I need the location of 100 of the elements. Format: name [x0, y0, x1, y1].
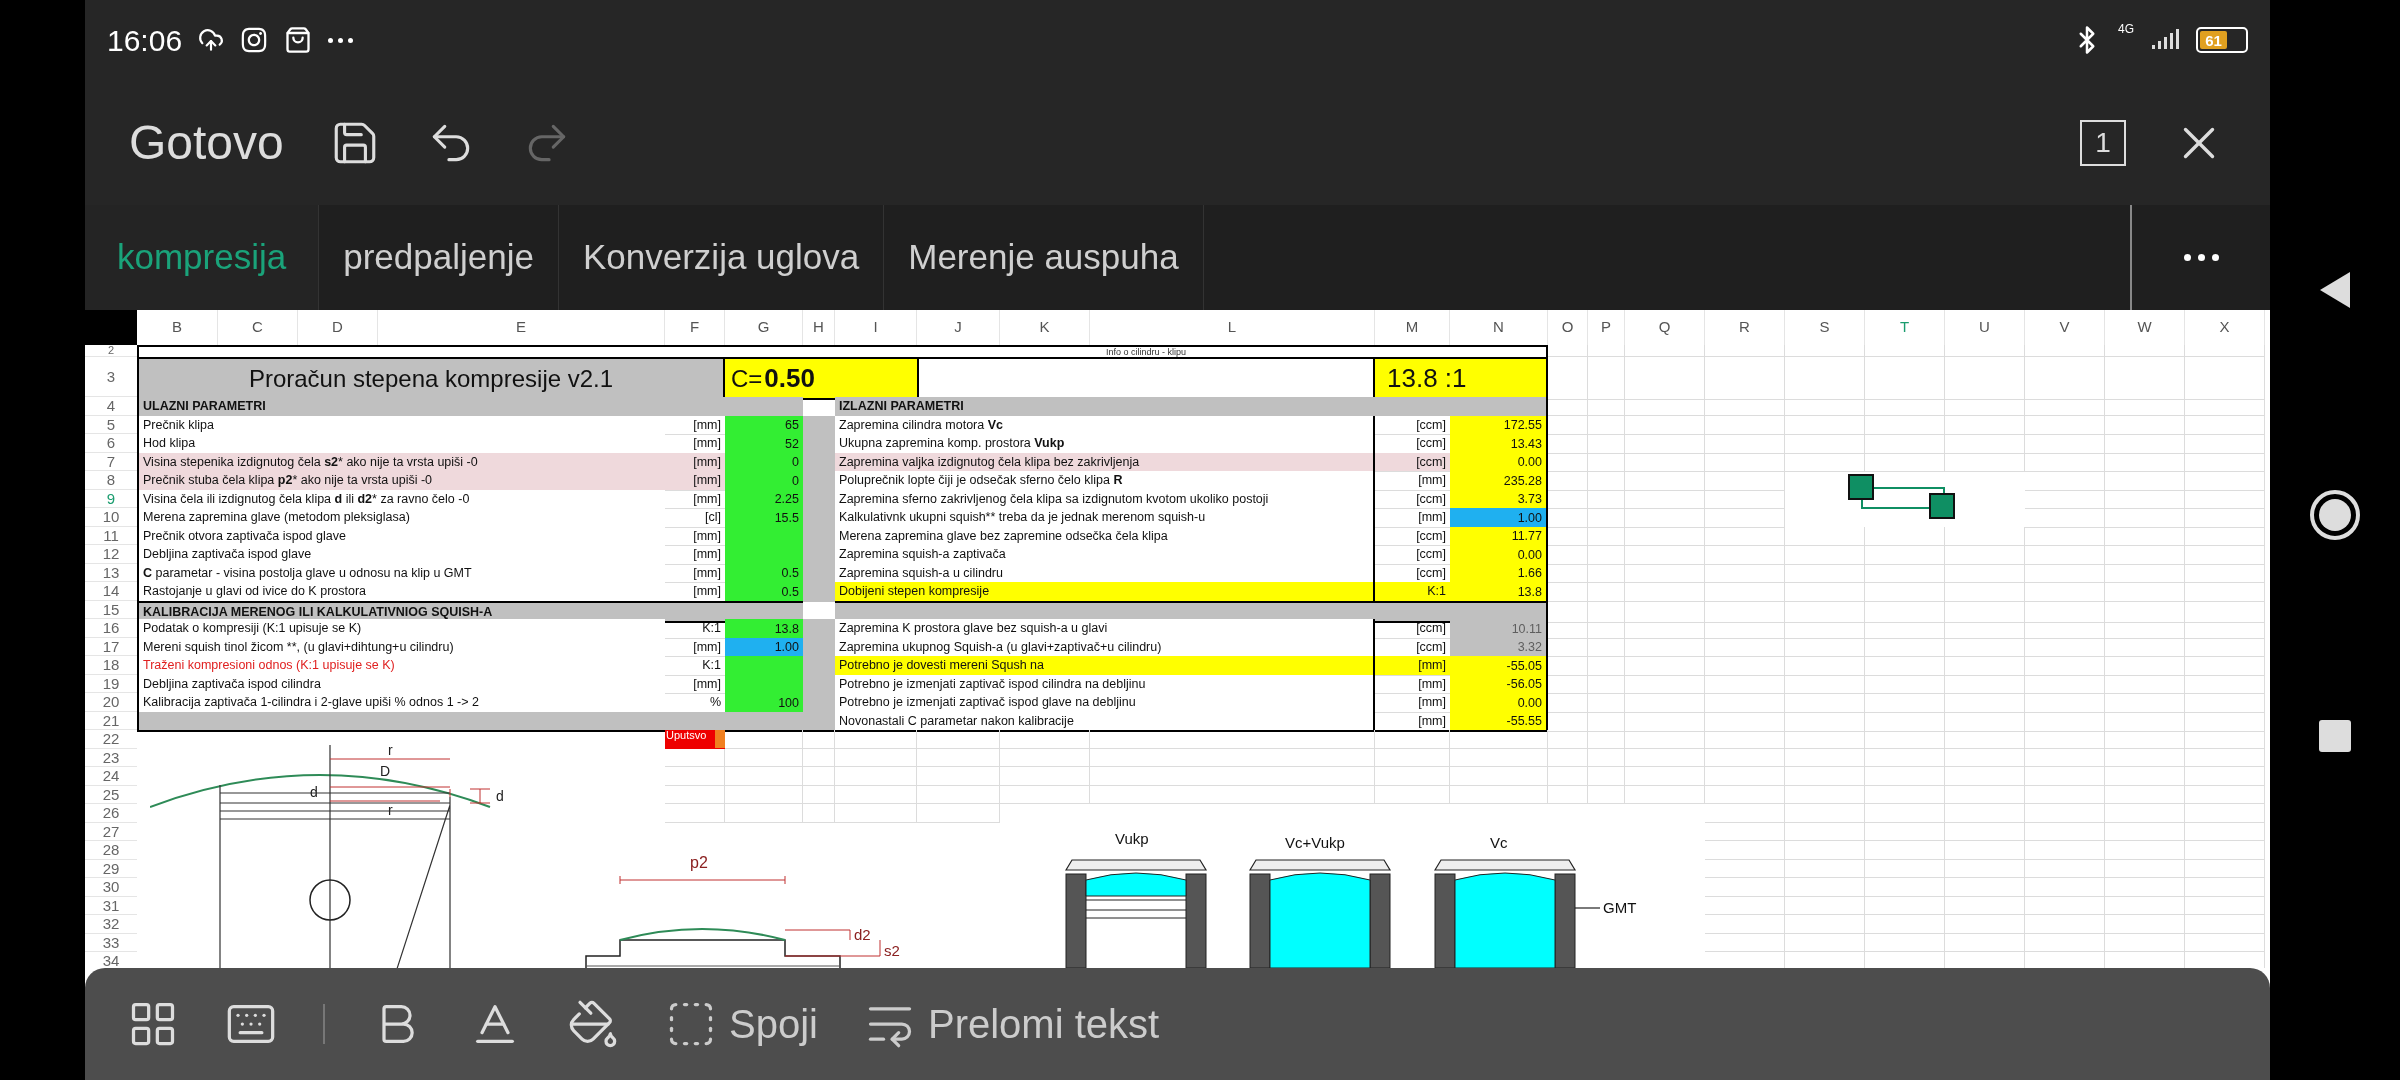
level-line — [1574, 907, 1601, 909]
value-cell[interactable]: 13.43 — [1450, 434, 1548, 454]
parameter-label: Merena zapremina glave bez zapremine odsečka čela klipa — [835, 526, 1375, 547]
sheet-title: Proračun stepena kompresije v2.1 — [137, 357, 725, 400]
dimension-label: s2 — [884, 942, 900, 959]
select-all-corner[interactable] — [85, 310, 137, 345]
parameter-label: Zapremina ukupnog Squish-a (u glavi+zaptivač+u cilindru) — [835, 637, 1375, 658]
fill-color-icon[interactable] — [567, 998, 619, 1050]
sheet-cell[interactable] — [917, 357, 1375, 400]
bag-icon — [284, 26, 313, 54]
column-header[interactable]: X — [2185, 310, 2265, 345]
value-cell[interactable]: -56.05 — [1450, 674, 1548, 695]
value-cell[interactable]: 0 — [725, 452, 803, 473]
value-cell[interactable]: 3.32 — [1450, 637, 1548, 658]
unit-cell: [mm] — [1375, 656, 1450, 676]
column-header[interactable]: C — [218, 310, 298, 345]
column-header[interactable]: Q — [1625, 310, 1705, 345]
value-cell[interactable]: 0 — [725, 471, 803, 491]
value-cell[interactable]: 100 — [725, 693, 803, 713]
parameter-label: Zapremina K prostora glave bez squish-a u glavi — [835, 619, 1375, 639]
column-header[interactable]: B — [137, 310, 218, 345]
sheet-count-button[interactable]: 1 — [2080, 119, 2126, 166]
value-cell[interactable]: 172.55 — [1450, 415, 1548, 436]
value-cell[interactable]: 11.77 — [1450, 526, 1548, 547]
value-cell[interactable]: 13.8 — [725, 619, 803, 639]
unit-cell: [ccm] — [1375, 452, 1450, 473]
column-header[interactable]: J — [917, 310, 1000, 345]
parameter-label: Prečnik otvora zaptivača ispod glave — [137, 526, 665, 547]
parameter-label: Potrebno je izmenjati zaptivač ispod glave na debljinu — [835, 693, 1375, 713]
dimension-label: D — [380, 763, 391, 779]
value-cell[interactable]: 15.5 — [725, 508, 803, 528]
column-header[interactable]: N — [1450, 310, 1548, 345]
value-cell[interactable]: 0.00 — [1450, 452, 1548, 473]
value-cell[interactable]: 235.28 — [1450, 471, 1548, 491]
value-cell[interactable]: 52 — [725, 434, 803, 454]
column-header[interactable]: I — [835, 310, 917, 345]
cloud-upload-icon — [198, 27, 225, 53]
column-header[interactable]: D — [298, 310, 378, 345]
battery-indicator: 61 — [2196, 27, 2248, 53]
column-header[interactable]: E — [378, 310, 665, 345]
done-button[interactable]: Gotovo — [129, 106, 284, 179]
recents-icon[interactable] — [2319, 720, 2351, 752]
back-icon[interactable] — [2318, 270, 2352, 310]
spacer-cell — [803, 582, 835, 602]
column-header[interactable]: H — [803, 310, 835, 345]
value-cell[interactable]: 0.5 — [725, 563, 803, 584]
connector-shape-drawing[interactable] — [1848, 474, 1956, 520]
column-header[interactable]: K — [1000, 310, 1090, 345]
column-header[interactable]: P — [1588, 310, 1625, 345]
more-icon[interactable] — [2183, 254, 2219, 261]
home-icon[interactable] — [2310, 490, 2360, 540]
column-header[interactable]: M — [1375, 310, 1450, 345]
column-header[interactable]: O — [1548, 310, 1588, 345]
diagram-label: Vc — [1490, 834, 1508, 851]
parameter-label: Podatak o kompresiji (K:1 upisuje se K) — [137, 619, 665, 639]
merge-button[interactable]: Spoji — [665, 994, 818, 1054]
value-cell[interactable]: 0.5 — [725, 582, 803, 602]
value-cell[interactable]: 13.8 — [1450, 582, 1548, 602]
section-header: ULAZNI PARAMETRI — [137, 397, 803, 416]
column-header[interactable]: L — [1090, 310, 1375, 345]
value-cell[interactable]: 3.73 — [1450, 489, 1548, 510]
column-header[interactable]: S — [1785, 310, 1865, 345]
value-cell[interactable]: 0.00 — [1450, 545, 1548, 565]
parameter-label: Visina stepenika izdignutog čela s2* ako nije ta vrsta upiši -0 — [137, 452, 665, 473]
value-cell[interactable]: 0.00 — [1450, 693, 1548, 713]
parameter-label: Zapremina sferno zakrivljenog čela klipa sa izdignutom kvotom ukoliko postoji — [835, 489, 1375, 510]
spacer-cell — [803, 619, 835, 639]
value-cell[interactable]: 1.00 — [1450, 508, 1548, 528]
diagram-label: Vukp — [1115, 830, 1149, 847]
signal-icon — [2150, 29, 2180, 51]
section-header: IZLAZNI PARAMETRI — [835, 397, 1548, 416]
value-cell[interactable]: -55.05 — [1450, 656, 1548, 676]
wrap-text-button[interactable]: Prelomi tekst — [863, 994, 1160, 1054]
column-header[interactable]: V — [2025, 310, 2105, 345]
row-header[interactable]: 2 — [85, 345, 137, 357]
parameter-label: Novonastali C parametar nakon kalibracije — [835, 711, 1375, 733]
compression-ratio: 13.8 :1 — [1375, 357, 1548, 400]
column-header[interactable]: U — [1945, 310, 2025, 345]
spacer-cell — [803, 415, 835, 436]
value-cell[interactable] — [725, 656, 803, 676]
sheet-tab[interactable]: kompresija — [85, 205, 320, 310]
parameter-label: C parametar - visina postolja glave u odnosu na klip u GMT — [137, 563, 665, 584]
corner-marker — [715, 730, 725, 748]
column-header[interactable]: W — [2105, 310, 2185, 345]
c-parameter-result: C=0.50 — [725, 357, 917, 400]
help-button[interactable]: Uputsvo — [665, 730, 725, 749]
parameter-label: Rastojanje u glavi od ivice do K prostora — [137, 582, 665, 602]
dimension-label: p2 — [690, 854, 708, 871]
parameter-label: Zapremina squish-a u cilindru — [835, 563, 1375, 584]
parameter-label: Hod klipa — [137, 434, 665, 454]
value-cell[interactable]: 2.25 — [725, 489, 803, 510]
value-cell[interactable]: 1.66 — [1450, 563, 1548, 584]
value-cell[interactable]: -55.55 — [1450, 711, 1548, 733]
value-cell[interactable]: 10.11 — [1450, 619, 1548, 639]
dimension-label: d2 — [854, 926, 871, 943]
value-cell[interactable]: 1.00 — [725, 637, 803, 658]
column-header[interactable]: G — [725, 310, 803, 345]
column-header[interactable]: F — [665, 310, 725, 345]
value-cell[interactable]: 65 — [725, 415, 803, 436]
column-header[interactable]: R — [1705, 310, 1785, 345]
